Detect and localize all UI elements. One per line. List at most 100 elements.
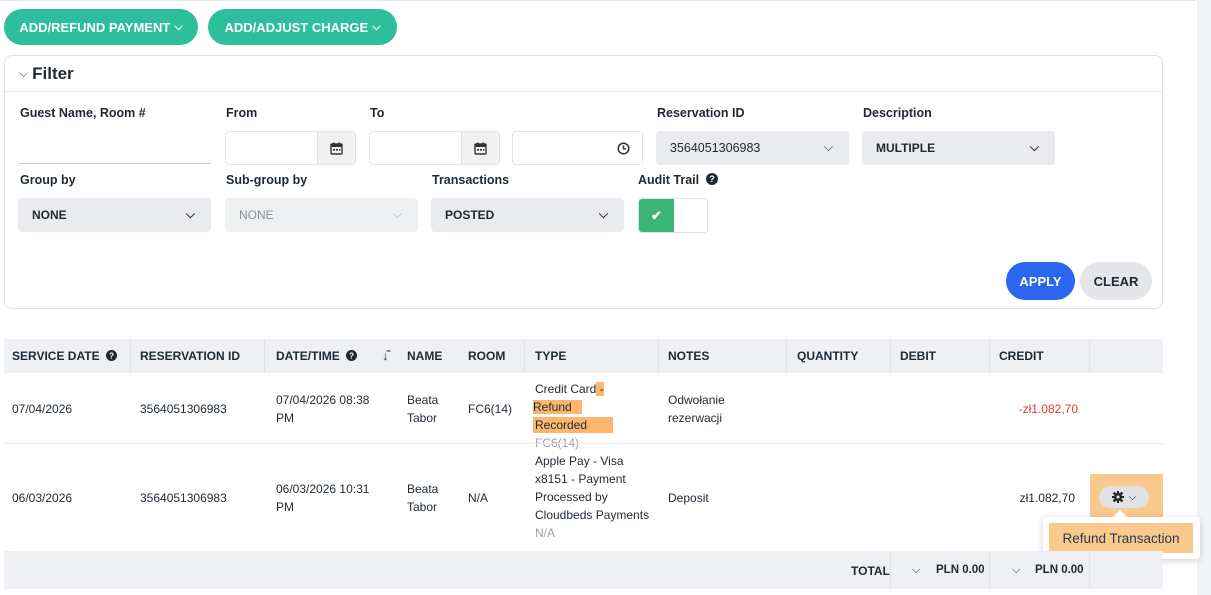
- top-divider: [0, 0, 1196, 1]
- column-divider: [890, 339, 891, 373]
- col-room[interactable]: ROOM: [468, 349, 505, 363]
- to-time-input[interactable]: [512, 131, 643, 165]
- add-adjust-charge-button[interactable]: ADD/ADJUST CHARGE ⌵: [208, 9, 397, 45]
- page-scrollbar[interactable]: [1197, 0, 1211, 595]
- row-name[interactable]: Beata Tabor: [407, 480, 438, 516]
- row-actions-button[interactable]: ⌵: [1099, 486, 1149, 508]
- row-service-date: 07/04/2026: [12, 402, 73, 416]
- col-debit[interactable]: DEBIT: [900, 349, 936, 363]
- row-divider: [4, 443, 1163, 444]
- calendar-icon[interactable]: [317, 132, 355, 164]
- reservation-id-label: Reservation ID: [657, 106, 745, 120]
- filter-title: Filter: [32, 63, 74, 83]
- guest-name-label: Guest Name, Room #: [20, 106, 146, 120]
- column-divider: [524, 339, 525, 373]
- audit-trail-text: Audit Trail: [638, 173, 700, 187]
- row-type-text: -: [596, 382, 604, 396]
- row-notes: Deposit: [668, 491, 709, 505]
- sub-group-by-select[interactable]: NONE ⌵: [225, 198, 418, 232]
- row-notes-line: rezerwacji: [668, 411, 723, 425]
- total-label: TOTAL: [851, 564, 890, 578]
- reservation-id-value: 3564051306983: [670, 141, 761, 155]
- col-name[interactable]: NAME: [407, 349, 442, 363]
- column-divider: [1089, 339, 1090, 373]
- col-type[interactable]: TYPE: [535, 349, 566, 363]
- refund-transaction-menu-item[interactable]: Refund Transaction: [1049, 523, 1193, 553]
- chevron-down-icon: ⌵: [598, 207, 608, 221]
- guest-name-input[interactable]: [18, 130, 211, 163]
- transactions-select[interactable]: POSTED ⌵: [431, 198, 624, 232]
- sub-group-by-label: Sub-group by: [226, 173, 308, 187]
- chevron-down-icon: ⌵: [372, 20, 381, 33]
- sort-icon[interactable]: ↓̄: [382, 348, 389, 363]
- chevron-down-icon: ⌵: [1029, 140, 1039, 154]
- chevron-down-icon: ⌵: [174, 20, 183, 33]
- row-reservation-id[interactable]: 3564051306983: [140, 400, 227, 418]
- transactions-value: POSTED: [445, 208, 495, 222]
- col-quantity[interactable]: QUANTITY: [797, 349, 858, 363]
- col-datetime-label: DATE/TIME: [276, 349, 340, 363]
- chevron-down-icon: ⌵: [185, 207, 195, 221]
- row-reservation-id[interactable]: 3564051306983: [140, 489, 227, 507]
- to-date-input[interactable]: [369, 131, 500, 165]
- check-icon: ✔: [639, 199, 674, 232]
- row-type: Credit Card - Refund Recorded FC6(14): [533, 380, 653, 452]
- row-type-line: Apple Pay - Visa: [535, 454, 624, 468]
- description-select[interactable]: MULTIPLE ⌵: [862, 131, 1055, 165]
- col-service-date[interactable]: SERVICE DATE ?: [12, 349, 117, 363]
- svg-text:?: ?: [709, 174, 715, 184]
- col-reservation-id[interactable]: RESERVATION ID: [140, 349, 240, 363]
- description-label: Description: [863, 106, 932, 120]
- row-name-line: Tabor: [407, 500, 438, 514]
- svg-text:?: ?: [349, 351, 354, 360]
- row-name-line: Beata: [407, 393, 439, 407]
- from-date-input[interactable]: [225, 131, 356, 165]
- total-credit: PLN 0.00: [1035, 564, 1084, 576]
- group-by-value: NONE: [32, 208, 67, 222]
- group-by-select[interactable]: NONE ⌵: [18, 198, 211, 232]
- add-refund-payment-button[interactable]: ADD/REFUND PAYMENT ⌵: [4, 9, 198, 45]
- to-label: To: [370, 106, 385, 120]
- row-name[interactable]: Beata Tabor: [407, 391, 438, 427]
- col-notes[interactable]: NOTES: [668, 349, 709, 363]
- transactions-label: Transactions: [432, 173, 510, 187]
- row-type: Apple Pay - Visa x8151 - Payment Process…: [535, 452, 649, 542]
- filter-panel: ⌵ Filter: [4, 55, 1163, 309]
- clear-button[interactable]: CLEAR: [1080, 262, 1152, 300]
- column-divider: [130, 339, 131, 373]
- audit-trail-toggle[interactable]: ✔: [638, 198, 708, 233]
- filter-header[interactable]: ⌵ Filter: [5, 56, 1162, 92]
- help-circle-icon[interactable]: ?: [105, 350, 117, 361]
- row-type-line: x8151 - Payment: [535, 472, 626, 486]
- apply-button[interactable]: APPLY: [1006, 262, 1075, 300]
- row-type-text: Credit Card: [535, 382, 597, 396]
- column-divider: [658, 339, 659, 373]
- row-datetime-line: PM: [276, 500, 294, 514]
- description-value: MULTIPLE: [876, 141, 936, 155]
- help-circle-icon[interactable]: ?: [346, 350, 358, 361]
- chevron-down-icon: ⌵: [823, 140, 833, 154]
- column-divider: [989, 551, 990, 589]
- audit-trail-label: Audit Trail ?: [638, 173, 718, 187]
- add-adjust-charge-label: ADD/ADJUST CHARGE: [224, 19, 369, 35]
- calendar-icon[interactable]: [461, 132, 499, 164]
- chevron-down-icon[interactable]: ⌵: [1012, 564, 1020, 577]
- svg-text:?: ?: [109, 351, 114, 360]
- col-credit[interactable]: CREDIT: [999, 349, 1044, 363]
- row-type-line: Cloudbeds Payments: [535, 508, 650, 522]
- chevron-down-icon: ⌵: [1128, 491, 1137, 503]
- reservation-id-select[interactable]: 3564051306983 ⌵: [656, 131, 849, 165]
- column-divider: [890, 551, 891, 589]
- clock-icon[interactable]: [604, 132, 642, 164]
- help-circle-icon[interactable]: ?: [705, 173, 718, 185]
- row-datetime-line: 06/03/2026 10:31: [276, 482, 370, 496]
- group-by-label: Group by: [20, 173, 76, 187]
- chevron-down-icon[interactable]: ⌵: [912, 564, 920, 577]
- guest-input-underline: [18, 163, 211, 164]
- col-datetime[interactable]: DATE/TIME ?: [276, 349, 358, 363]
- chevron-down-icon: ⌵: [392, 207, 402, 221]
- row-room: N/A: [468, 491, 489, 505]
- column-divider: [786, 339, 787, 373]
- row-notes-line: Odwołanie: [668, 393, 725, 407]
- row-room: FC6(14): [468, 402, 513, 416]
